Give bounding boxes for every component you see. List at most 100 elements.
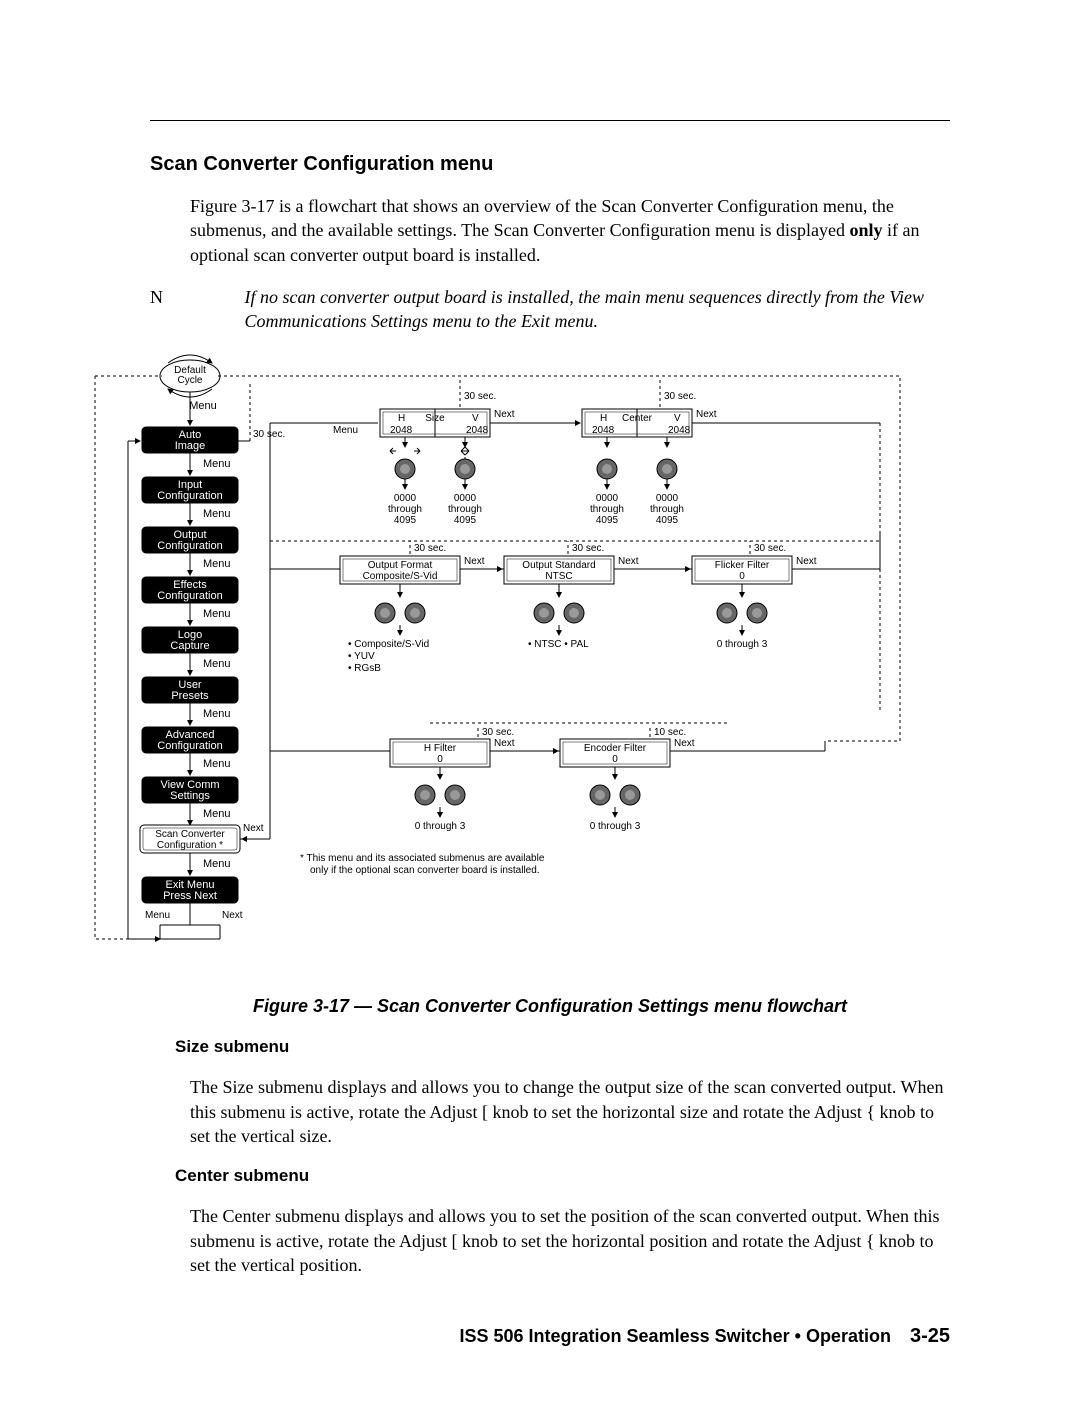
svg-text:through: through [388,504,422,515]
svg-text:Menu: Menu [203,558,231,570]
svg-text:Settings: Settings [170,790,210,802]
svg-text:30 sec.: 30 sec. [664,391,696,402]
svg-text:0 through 3: 0 through 3 [590,821,641,832]
center-body: The Center submenu displays and allows y… [190,1204,950,1277]
svg-text:4095: 4095 [596,515,619,526]
note-text: If no scan converter output board is ins… [245,285,945,334]
svg-text:Next: Next [674,738,695,749]
svg-text:2048: 2048 [668,425,691,436]
intro-paragraph: Figure 3-17 is a flowchart that shows an… [190,194,950,267]
svg-text:Configuration: Configuration [157,590,222,602]
svg-text:Center: Center [622,413,653,424]
svg-text:0: 0 [437,754,443,765]
svg-text:Configuration *: Configuration * [157,840,223,851]
svg-text:0000: 0000 [596,493,619,504]
svg-text:Size: Size [425,413,445,424]
svg-text:Configuration: Configuration [157,540,222,552]
svg-text:Flicker Filter: Flicker Filter [715,560,770,571]
page: Scan Converter Configuration menu Figure… [0,0,1080,1418]
svg-text:30 sec.: 30 sec. [253,429,285,440]
svg-text:0 through 3: 0 through 3 [415,821,466,832]
svg-text:Next: Next [494,409,515,420]
svg-text:30 sec.: 30 sec. [464,391,496,402]
svg-text:30 sec.: 30 sec. [482,727,514,738]
svg-text:4095: 4095 [454,515,477,526]
svg-text:Menu: Menu [203,608,231,620]
svg-text:Output Standard: Output Standard [522,560,595,571]
size-subhead: Size submenu [175,1037,950,1057]
svg-text:Menu: Menu [203,708,231,720]
svg-text:V: V [472,413,479,424]
svg-text:2048: 2048 [466,425,489,436]
svg-text:Next: Next [618,556,639,567]
svg-text:0 through 3: 0 through 3 [717,639,768,650]
svg-text:• RGsB: • RGsB [348,663,381,674]
svg-text:through: through [448,504,482,515]
footer-text: ISS 506 Integration Seamless Switcher • … [460,1326,891,1346]
svg-text:4095: 4095 [656,515,679,526]
svg-text:30 sec.: 30 sec. [414,543,446,554]
flowchart-svg: Default Cycle Menu Auto Image Menu [90,351,910,971]
svg-text:Next: Next [494,738,515,749]
svg-text:• YUV: • YUV [348,651,375,662]
svg-text:Composite/S-Vid: Composite/S-Vid [363,571,438,582]
svg-text:Menu: Menu [203,808,231,820]
svg-text:Next: Next [464,556,485,567]
intro-text-a: Figure 3-17 is a flowchart that shows an… [190,196,894,240]
svg-text:Menu: Menu [333,425,358,436]
svg-text:0000: 0000 [656,493,679,504]
footer-page: 3-25 [910,1325,950,1347]
center-subhead: Center submenu [175,1166,950,1186]
top-rule [150,120,950,121]
svg-text:2048: 2048 [592,425,615,436]
svg-text:Next: Next [796,556,817,567]
svg-text:only if the optional scan conv: only if the optional scan converter boar… [310,865,540,876]
svg-text:Press Next: Press Next [163,890,217,902]
figure-caption: Figure 3-17 — Scan Converter Configurati… [150,996,950,1017]
svg-text:Next: Next [696,409,717,420]
svg-text:30 sec.: 30 sec. [754,543,786,554]
svg-text:Image: Image [175,440,206,452]
svg-text:30 sec.: 30 sec. [572,543,604,554]
svg-text:Next: Next [222,910,243,921]
svg-text:Output Format: Output Format [368,560,433,571]
fc-row2: Output Format Composite/S-Vid Next 30 se… [270,531,880,711]
fc-row1: H Size V 2048 2048 Menu Next 30 sec. [240,379,880,839]
svg-text:• Composite/S-Vid: • Composite/S-Vid [348,639,429,650]
svg-text:Menu: Menu [203,658,231,670]
svg-text:Menu: Menu [203,458,231,470]
page-footer: ISS 506 Integration Seamless Switcher • … [150,1325,950,1348]
svg-text:4095: 4095 [394,515,417,526]
fc-row3: H Filter 0 Next 30 sec. 0 through 3 Enco… [270,723,825,839]
section-heading: Scan Converter Configuration menu [150,153,950,176]
svg-text:through: through [590,504,624,515]
svg-text:Encoder Filter: Encoder Filter [584,743,647,754]
svg-text:Cycle: Cycle [177,375,202,386]
note-row: N If no scan converter output board is i… [150,285,950,334]
svg-text:Scan Converter: Scan Converter [155,829,225,840]
intro-only: only [850,220,883,240]
svg-text:0: 0 [739,571,745,582]
svg-text:Configuration: Configuration [157,490,222,502]
svg-text:0: 0 [612,754,618,765]
svg-text:Menu: Menu [203,758,231,770]
svg-text:• NTSC • PAL: • NTSC • PAL [528,639,589,650]
svg-text:Next: Next [243,823,264,834]
svg-text:V: V [674,413,681,424]
figure: Default Cycle Menu Auto Image Menu [90,351,950,976]
svg-text:through: through [650,504,684,515]
svg-text:Presets: Presets [171,690,209,702]
size-body: The Size submenu displays and allows you… [190,1075,950,1148]
svg-text:Menu: Menu [203,508,231,520]
svg-text:H: H [398,413,405,424]
svg-text:Capture: Capture [170,640,209,652]
svg-text:Configuration: Configuration [157,740,222,752]
svg-text:2048: 2048 [390,425,413,436]
svg-text:Menu: Menu [189,400,217,412]
svg-text:10 sec.: 10 sec. [654,727,686,738]
svg-text:Menu: Menu [145,910,170,921]
svg-text:* This menu and its associate: * This menu and its associated submenus … [300,853,545,864]
note-label: N [150,285,240,309]
svg-text:H Filter: H Filter [424,743,457,754]
svg-text:NTSC: NTSC [545,571,572,582]
